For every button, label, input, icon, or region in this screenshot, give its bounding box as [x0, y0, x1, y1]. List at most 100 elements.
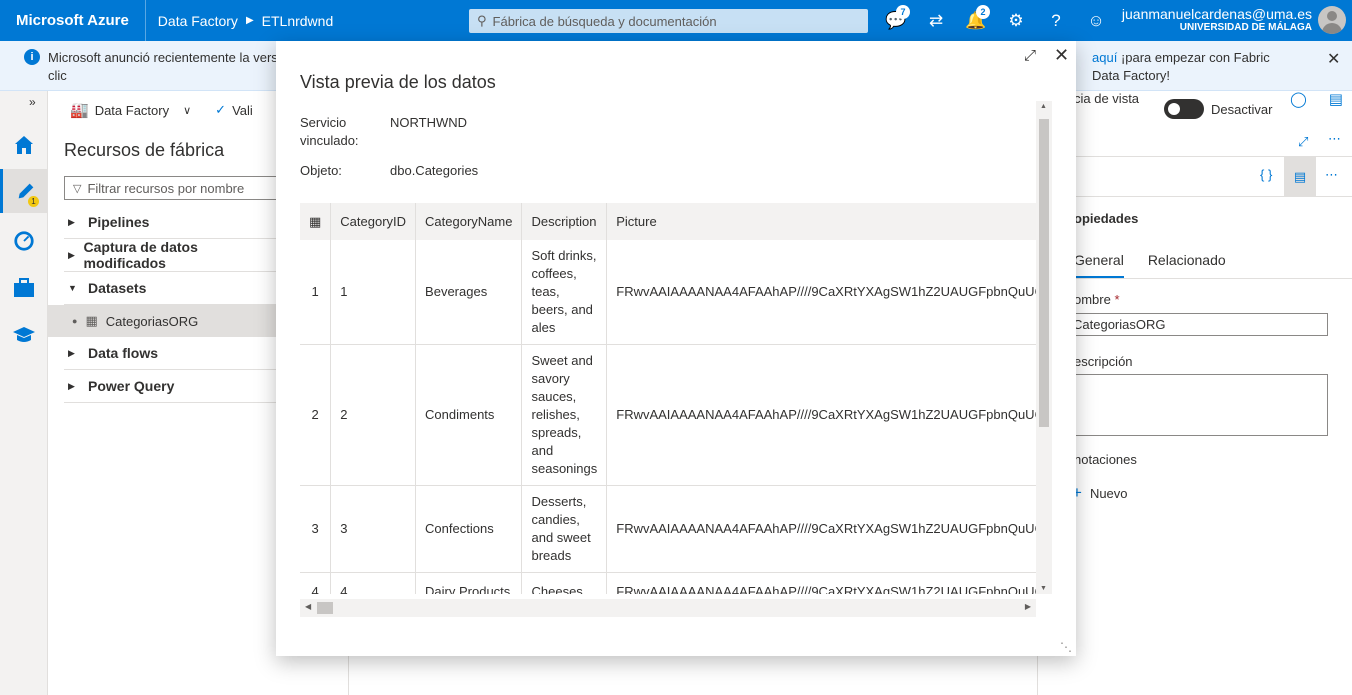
tree-item-label: Pipelines	[88, 214, 150, 230]
name-label-text: ombre	[1074, 292, 1111, 307]
row-index: 4	[300, 572, 332, 594]
cell-category-id: 2	[330, 344, 417, 486]
scroll-up-icon[interactable]: ▲	[1040, 103, 1047, 110]
column-header[interactable]: Description	[521, 203, 608, 240]
code-braces-icon[interactable]: { }	[1260, 167, 1272, 182]
tab-related[interactable]: Relacionado	[1148, 252, 1226, 278]
top-icons: 💬 7 ⇄ 🔔 2 ⚙ ? ☺	[876, 0, 1116, 41]
validate-label: Vali	[232, 102, 253, 118]
resources-title: Recursos de fábrica	[64, 140, 225, 160]
author-pencil-icon[interactable]: 1	[0, 169, 48, 213]
cell-picture: FRwvAAIAAAANAA4AFAAhAP////9CaXRtYXAgSW1h…	[606, 344, 1036, 486]
table-header-row: ▦ CategoryID CategoryName Description Pi…	[300, 203, 1036, 240]
manage-toolbox-icon[interactable]	[0, 266, 48, 310]
chevron-down-icon: ∨	[183, 104, 192, 117]
properties-icon[interactable]: ▤	[1284, 157, 1316, 197]
more-options-icon[interactable]: ⋯	[1325, 167, 1338, 183]
notification-link[interactable]: aquí	[1092, 50, 1117, 65]
tree-item-label: Datasets	[88, 280, 147, 296]
home-icon[interactable]	[0, 123, 48, 167]
tree-item-datasets[interactable]: ▼ Datasets	[64, 272, 278, 305]
gear-icon[interactable]: ⚙	[996, 0, 1036, 41]
chevron-right-icon: ▶	[68, 380, 75, 391]
checklist-icon: ✓	[215, 102, 227, 117]
scroll-right-icon[interactable]: ▶	[1025, 602, 1031, 611]
new-annotation-button[interactable]: + Nuevo	[1072, 483, 1128, 503]
brand-title[interactable]: Microsoft Azure	[0, 0, 146, 41]
notifications-badge: 2	[976, 5, 990, 19]
tree-item-label: Power Query	[88, 378, 175, 394]
switch-directory-icon[interactable]: ⇄	[916, 0, 956, 41]
breadcrumb-data-factory[interactable]: Data Factory	[158, 13, 238, 29]
tree-item-pipelines[interactable]: ▶ Pipelines	[64, 206, 278, 239]
user-info[interactable]: juanmanuelcardenas@uma.es UNIVERSIDAD DE…	[1122, 6, 1312, 33]
tree-item-categoriasorg[interactable]: ● ▦ CategoriasORG	[48, 305, 278, 337]
canvas-divider	[348, 655, 349, 695]
cell-description: Sweet and savory sauces, relishes, sprea…	[521, 344, 608, 486]
support-icon[interactable]: ☺	[1076, 0, 1116, 41]
chevron-right-icon: ▶	[68, 347, 75, 358]
right-panel-tools: { } ▤ ⋯	[1038, 157, 1352, 197]
cell-category-name: Dairy Products	[415, 572, 523, 594]
horizontal-scrollbar[interactable]: ◀ ▶	[300, 599, 1036, 617]
data-factory-dropdown[interactable]: 🏭 Data Factory ∨	[70, 101, 191, 119]
object-label: Objeto:	[300, 163, 342, 178]
more-options-icon[interactable]: ⋯	[1328, 131, 1341, 147]
column-header[interactable]: CategoryName	[415, 203, 523, 240]
scroll-down-icon[interactable]: ▼	[1040, 585, 1047, 592]
notification-right-label: ¡para empezar con Fabric Data Factory!	[1092, 50, 1270, 83]
top-bar: Microsoft Azure Data Factory ▶ ETLnrdwnd…	[0, 0, 1352, 41]
new-label: Nuevo	[1089, 485, 1128, 501]
help-icon[interactable]: ?	[1036, 0, 1076, 41]
annotations-label: notaciones	[1074, 452, 1137, 467]
expand-rail-icon[interactable]: »	[29, 95, 36, 109]
search-icon: ⚲	[477, 13, 487, 28]
validate-button[interactable]: ✓ Vali	[215, 102, 253, 118]
learning-cap-icon[interactable]	[0, 313, 48, 357]
vertical-scrollbar[interactable]: ▲ ▼	[1036, 101, 1052, 594]
column-header[interactable]: Picture	[606, 203, 1036, 240]
chevron-down-icon: ▼	[68, 283, 77, 293]
search-input[interactable]: ⚲ Fábrica de búsqueda y documentación	[469, 9, 868, 33]
tree-item-cdc[interactable]: ▶ Captura de datos modificados	[64, 239, 278, 272]
resize-grip-icon[interactable]: ⋱	[1060, 640, 1072, 654]
close-icon[interactable]: ✕	[1054, 45, 1069, 66]
right-panel-icons: ◯ ▤	[1290, 90, 1350, 108]
tree-item-data-flows[interactable]: ▶ Data flows	[64, 337, 278, 370]
right-panel-row: ⤢ ⋯	[1038, 131, 1352, 157]
properties-panel-icon[interactable]: ▤	[1329, 90, 1343, 108]
avatar[interactable]	[1318, 6, 1346, 34]
table-row: 3 3 Confections Desserts, candies, and s…	[300, 485, 1036, 573]
feedback-icon[interactable]: 💬 7	[876, 0, 916, 41]
scroll-left-icon[interactable]: ◀	[305, 602, 311, 611]
cell-category-name: Confections	[415, 485, 523, 573]
description-field[interactable]	[1068, 374, 1328, 436]
tree-item-power-query[interactable]: ▶ Power Query	[64, 370, 278, 403]
refresh-icon[interactable]: ◯	[1290, 90, 1307, 108]
feedback-badge: 7	[896, 5, 910, 19]
name-field[interactable]: CategoriasORG	[1068, 313, 1328, 336]
scroll-thumb[interactable]	[1039, 119, 1049, 427]
chevron-right-icon: ▶	[68, 216, 75, 227]
expand-icon[interactable]: ⤢	[1024, 47, 1036, 64]
preview-table: ▦ CategoryID CategoryName Description Pi…	[300, 203, 1036, 594]
monitor-gauge-icon[interactable]	[0, 219, 48, 263]
expand-icon[interactable]: ⤢	[1298, 134, 1308, 150]
filter-resources-input[interactable]: ▽ Filtrar recursos por nombre	[64, 176, 278, 200]
row-index: 1	[300, 240, 332, 345]
column-header[interactable]: CategoryID	[330, 203, 417, 240]
table-row: 4 4 Dairy Products Cheeses FRwvAAIAAAANA…	[300, 572, 1036, 594]
notifications-icon[interactable]: 🔔 2	[956, 0, 996, 41]
dataset-label: CategoriasORG	[105, 313, 199, 329]
row-index: 2	[300, 344, 332, 486]
view-toggle[interactable]	[1164, 99, 1204, 119]
data-factory-label: Data Factory	[94, 102, 170, 118]
modified-dot-icon: ●	[72, 316, 78, 326]
description-label: escripción	[1074, 354, 1133, 369]
scroll-thumb[interactable]	[317, 602, 333, 614]
breadcrumb-factory-name[interactable]: ETLnrdwnd	[262, 13, 334, 29]
close-icon[interactable]: ✕	[1327, 49, 1340, 69]
table-icon: ▦	[300, 203, 332, 240]
table-icon: ▦	[85, 313, 98, 328]
tab-general[interactable]: General	[1074, 252, 1124, 278]
